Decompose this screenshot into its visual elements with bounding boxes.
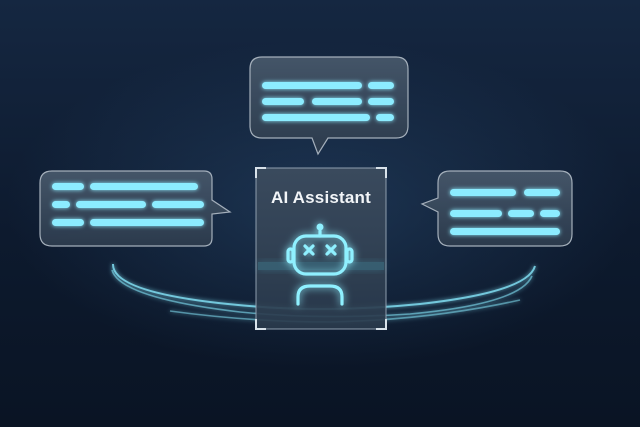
chat-bubble-left (39, 170, 232, 247)
chat-bubble-right (420, 170, 573, 247)
illustration: AI Assistant (0, 0, 640, 427)
assistant-title: AI Assistant (270, 188, 372, 207)
chat-bubble-top (249, 56, 409, 156)
illustration-graphics (39, 56, 573, 330)
